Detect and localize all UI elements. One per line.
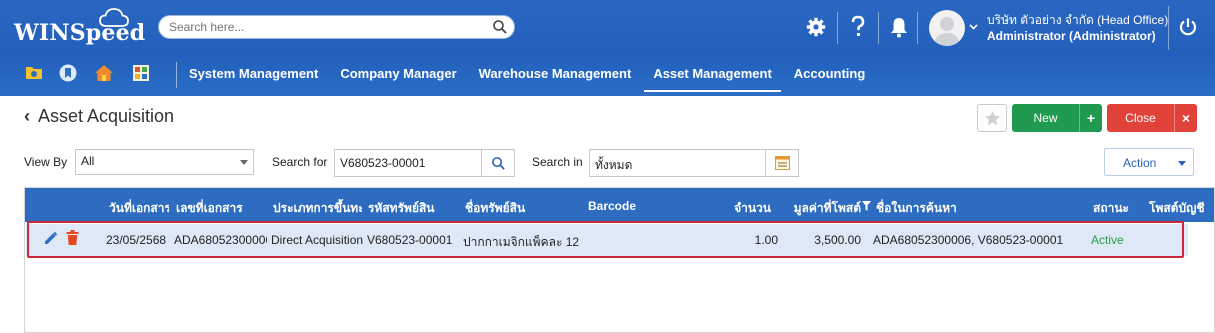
divider (917, 12, 918, 44)
divider (837, 12, 838, 44)
search-for-value: V680523-00001 (340, 156, 426, 170)
star-icon (984, 110, 1001, 126)
close-button[interactable]: Close × (1107, 104, 1197, 132)
dropdown-caret-icon (1178, 161, 1186, 166)
user-role: Administrator (Administrator) (987, 29, 1156, 43)
close-icon[interactable]: × (1174, 104, 1197, 132)
global-search[interactable] (158, 15, 515, 39)
divider (878, 12, 879, 44)
search-button[interactable] (481, 149, 515, 177)
search-for-input[interactable]: V680523-00001 (334, 149, 482, 177)
column-header-acq-type[interactable]: ประเภทการขึ้นทะเบียน (273, 199, 362, 218)
avatar[interactable] (929, 10, 965, 46)
table-header: วันที่เอกสาร เลขที่เอกสาร ประเภทการขึ้นท… (25, 188, 1214, 222)
column-header-asset-name[interactable]: ชื่อทรัพย์สิน (465, 199, 583, 218)
column-header-barcode[interactable]: Barcode (588, 199, 668, 213)
column-header-doc-date[interactable]: วันที่เอกสาร (109, 199, 169, 218)
new-button-label: New (1033, 111, 1058, 125)
list-picker-icon (775, 156, 790, 170)
power-icon[interactable] (1178, 17, 1198, 37)
bell-icon[interactable] (890, 15, 908, 39)
home-icon[interactable] (94, 64, 114, 82)
plus-icon[interactable]: + (1079, 104, 1102, 132)
column-header-posted-value[interactable]: มูลค่าที่โพสต์ (793, 199, 861, 218)
search-icon (492, 157, 505, 170)
main-menu: System Management Company Manager Wareho… (176, 60, 877, 92)
user-info[interactable]: บริษัท ตัวอย่าง จำกัด (Head Office) Admi… (987, 12, 1168, 44)
search-in-value: ทั้งหมด (595, 158, 633, 172)
row-highlight-frame (27, 221, 1184, 258)
action-dropdown-button[interactable]: Action (1104, 148, 1194, 176)
column-header-status[interactable]: สถานะ (1093, 199, 1143, 218)
action-label: Action (1123, 156, 1157, 170)
divider (1168, 6, 1169, 50)
search-in-label: Search in (532, 155, 583, 169)
bookmark-icon[interactable] (59, 64, 79, 82)
user-company: บริษัท ตัวอย่าง จำกัด (Head Office) (987, 13, 1169, 27)
view-by-select[interactable]: All (75, 149, 254, 175)
menu-item-accounting[interactable]: Accounting (783, 60, 877, 92)
cloud-icon (99, 8, 129, 27)
search-in-input[interactable]: ทั้งหมด (589, 149, 766, 177)
dropdown-caret-icon (240, 160, 248, 165)
menu-item-warehouse-management[interactable]: Warehouse Management (468, 60, 643, 92)
favorite-button[interactable] (977, 104, 1007, 132)
help-icon[interactable] (850, 15, 866, 39)
column-header-search-name[interactable]: ชื่อในการค้นหา (876, 199, 1076, 218)
top-bar: WINSpeed Search here... บริษัท ตัวอย่าง … (0, 0, 1215, 96)
column-header-qty[interactable]: จำนวน (705, 199, 771, 218)
chevron-down-icon[interactable] (969, 24, 978, 30)
new-button[interactable]: New + (1012, 104, 1102, 132)
column-header-doc-no[interactable]: เลขที่เอกสาร (176, 199, 262, 218)
search-input[interactable] (169, 20, 479, 34)
folder-icon[interactable] (25, 64, 45, 82)
close-button-label: Close (1125, 111, 1156, 125)
user-silhouette-icon (934, 17, 960, 46)
filter-icon[interactable] (862, 201, 871, 211)
search-for-label: Search for (272, 155, 328, 169)
menu-item-asset-management[interactable]: Asset Management (642, 60, 782, 92)
asset-grid: วันที่เอกสาร เลขที่เอกสาร ประเภทการขึ้นท… (24, 187, 1215, 333)
view-by-value: All (81, 154, 95, 168)
column-header-posted[interactable]: โพสต์บัญชี (1149, 199, 1214, 218)
page-title-area: ‹ Asset Acquisition (24, 106, 174, 127)
page-title: Asset Acquisition (38, 106, 175, 126)
back-chevron-icon[interactable]: ‹ (24, 106, 30, 127)
view-by-label: View By (24, 155, 68, 169)
search-in-picker-button[interactable] (765, 149, 799, 177)
divider (176, 62, 177, 88)
gear-icon[interactable] (806, 15, 826, 39)
menu-item-company-manager[interactable]: Company Manager (329, 60, 467, 92)
search-icon[interactable] (492, 19, 508, 35)
column-header-asset-code[interactable]: รหัสทรัพย์สิน (368, 199, 458, 218)
menu-item-system-management[interactable]: System Management (178, 60, 329, 92)
dashboard-icon[interactable] (132, 64, 152, 82)
